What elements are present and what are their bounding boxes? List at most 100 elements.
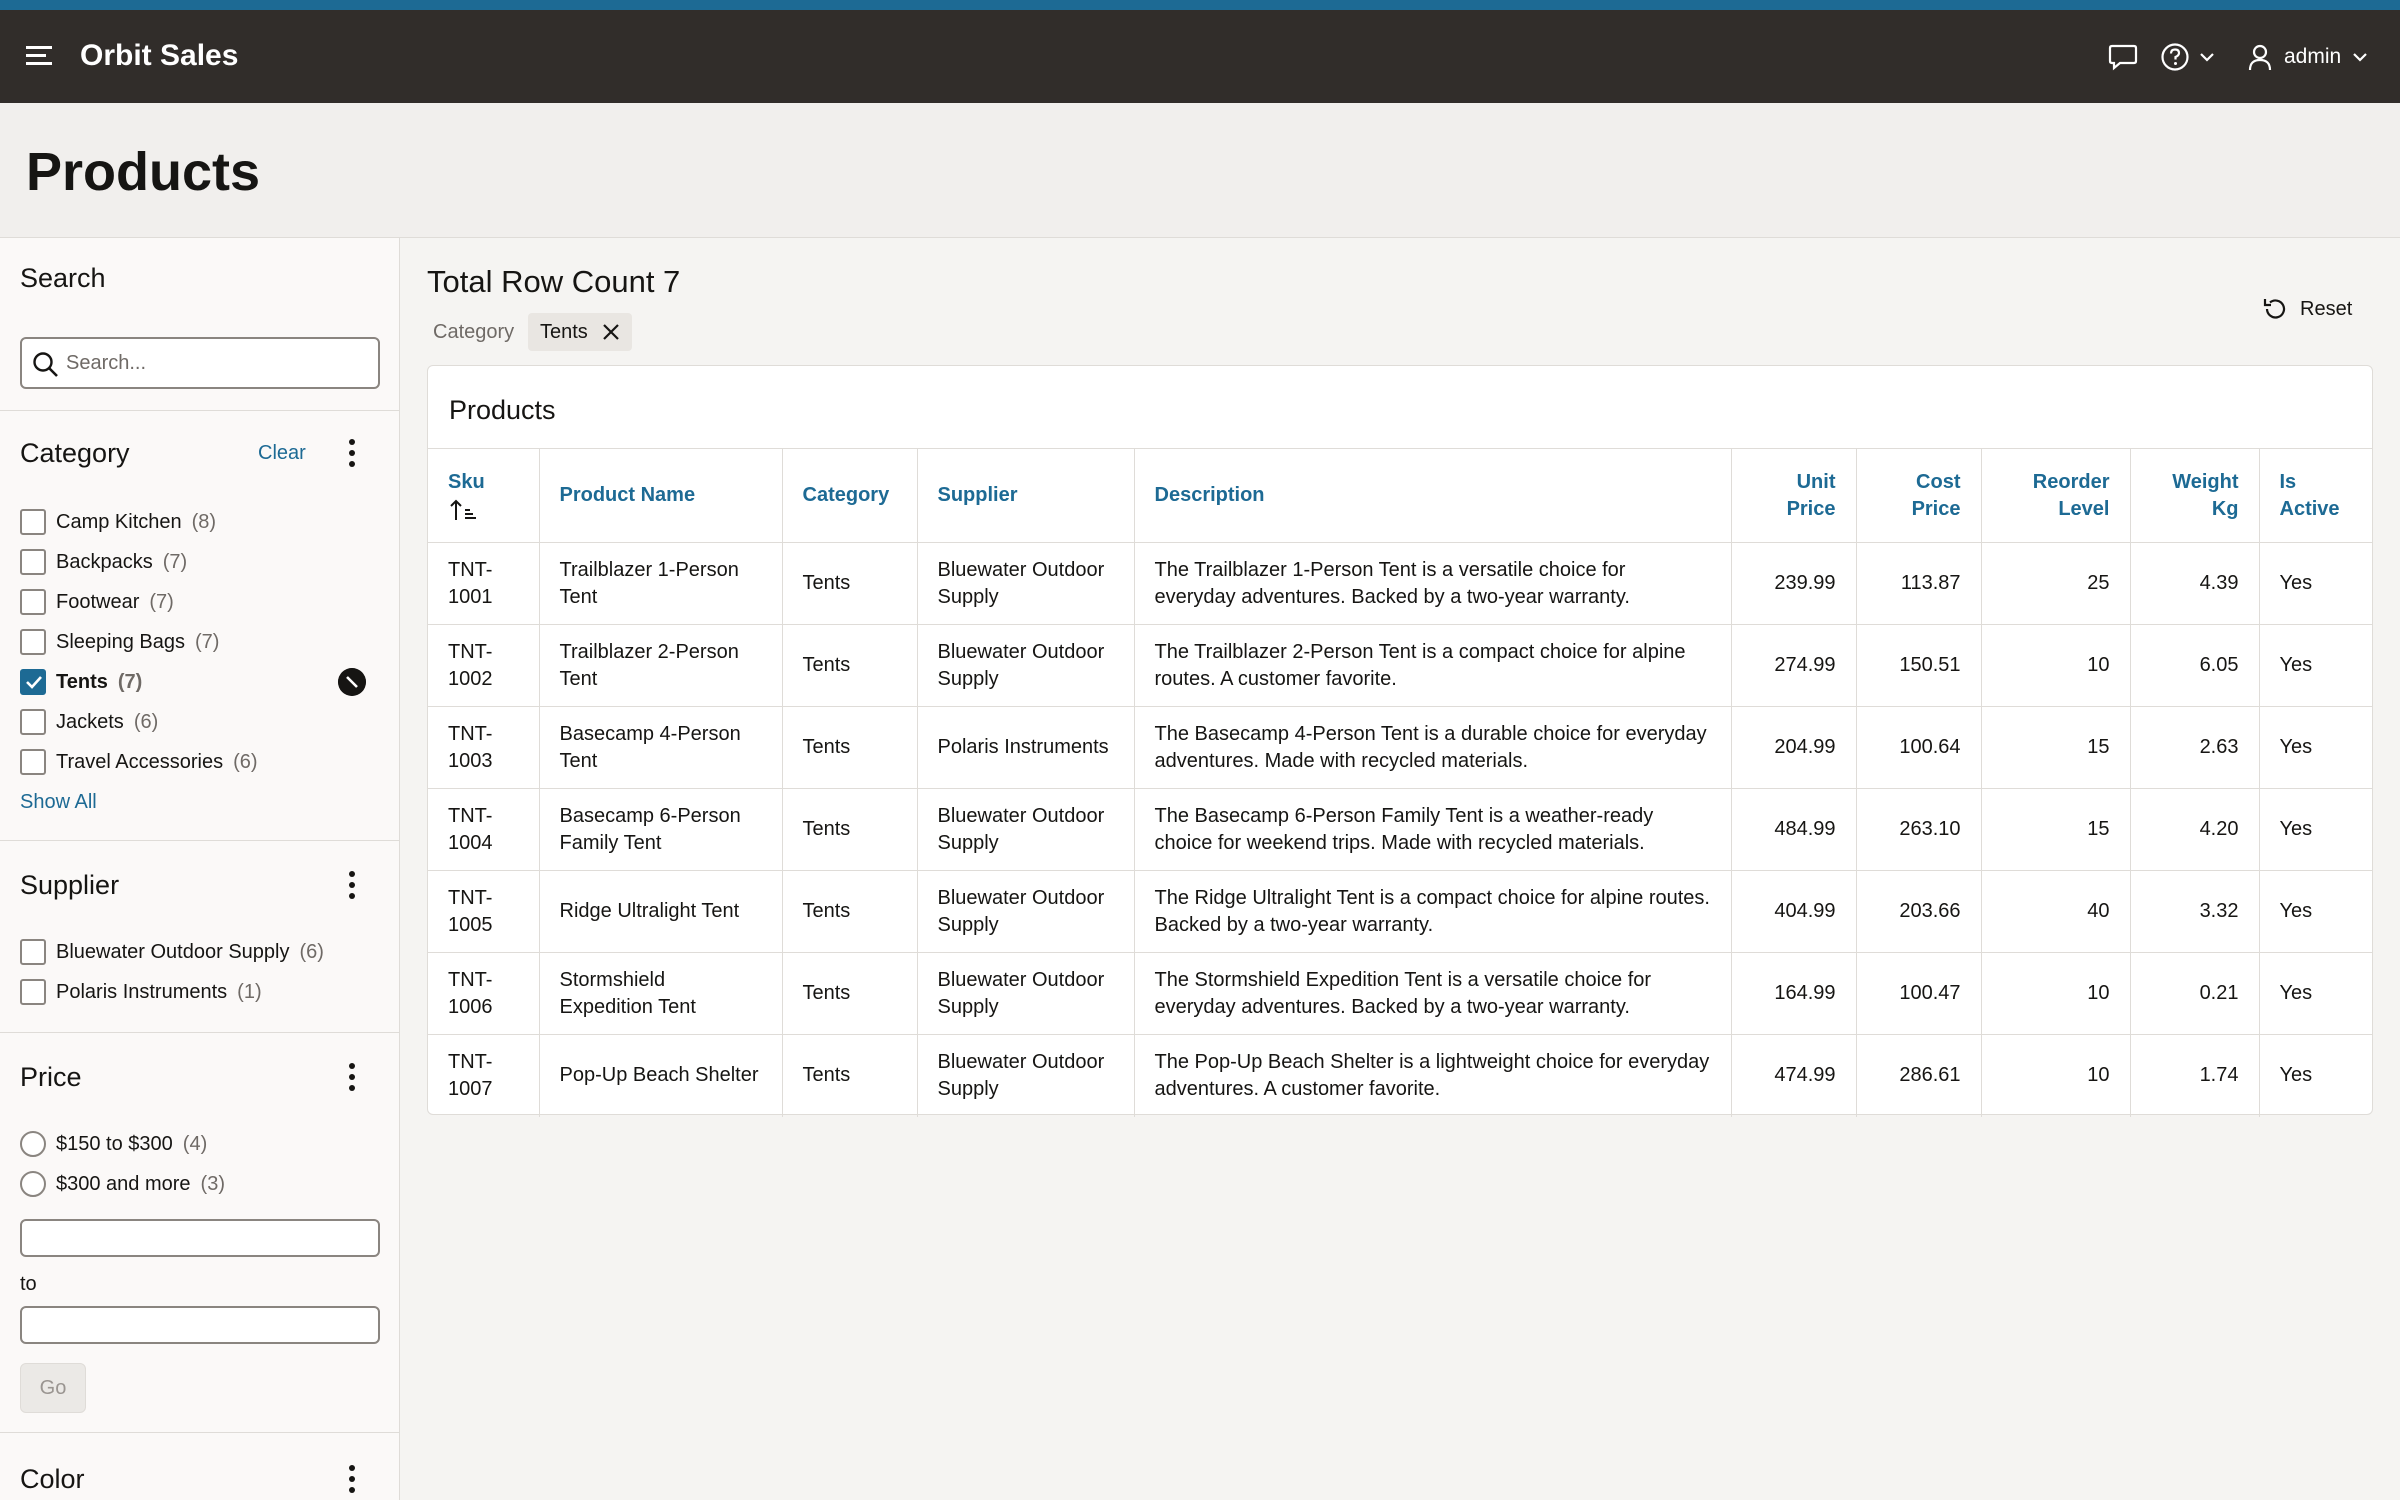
cell-unit-price: 404.99 — [1731, 870, 1857, 953]
column-header-category[interactable]: Category — [782, 448, 918, 543]
cell-supplier: Bluewater Outdoor Supply — [917, 542, 1135, 625]
check-icon — [26, 676, 42, 689]
checkbox[interactable] — [20, 749, 46, 775]
supplier-facet: Supplier Bluewater Outdoor Supply (6) Pol… — [0, 841, 399, 1033]
cell-reorder-level: 15 — [1981, 706, 2131, 789]
chevron-down-icon — [2200, 53, 2214, 62]
category-heading: Category — [20, 438, 130, 468]
column-header-unit-price[interactable]: Unit Price — [1731, 448, 1857, 543]
cell-unit-price: 164.99 — [1731, 952, 1857, 1035]
category-kebab-icon[interactable] — [340, 435, 364, 471]
cell-is-active: Yes — [2259, 952, 2373, 1035]
remove-filter-icon[interactable] — [338, 668, 366, 696]
column-header-reorder-level[interactable]: Reorder Level — [1981, 448, 2131, 543]
radio-button[interactable] — [20, 1131, 46, 1157]
checkbox[interactable] — [20, 589, 46, 615]
checkbox[interactable] — [20, 709, 46, 735]
cell-unit-price: 204.99 — [1731, 706, 1857, 789]
cell-category: Tents — [782, 542, 918, 625]
faceted-search-sidebar: Search Category Clear Camp Kitchen(8) Ba… — [0, 238, 400, 1500]
cell-sku: TNT-1005 — [428, 870, 540, 953]
cell-sku: TNT-1004 — [428, 788, 540, 871]
category-show-all-link[interactable]: Show All — [20, 791, 97, 814]
table-row: TNT-1005 Ridge Ultralight Tent Tents Blu… — [428, 870, 2373, 953]
radio-button[interactable] — [20, 1171, 46, 1197]
products-table: Sku Product Name Category Supplier Descr… — [428, 448, 2373, 1117]
category-option-camp-kitchen[interactable]: Camp Kitchen (8) — [20, 507, 216, 537]
chevron-down-icon — [2353, 53, 2367, 62]
price-option-150-300[interactable]: $150 to $300 (4) — [20, 1129, 207, 1159]
cell-category: Tents — [782, 788, 918, 871]
cell-reorder-level: 40 — [1981, 870, 2131, 953]
reset-icon — [2263, 299, 2286, 319]
cell-reorder-level: 25 — [1981, 542, 2131, 625]
table-row: TNT-1007 Pop-Up Beach Shelter Tents Blue… — [428, 1034, 2373, 1117]
cell-product-name: Ridge Ultralight Tent — [539, 870, 783, 953]
column-header-weight-kg[interactable]: Weight Kg — [2130, 448, 2260, 543]
color-heading: Color — [20, 1464, 85, 1494]
column-header-cost-price[interactable]: Cost Price — [1856, 448, 1982, 543]
cell-is-active: Yes — [2259, 542, 2373, 625]
cell-product-name: Pop-Up Beach Shelter — [539, 1034, 783, 1117]
reset-button[interactable]: Reset — [2262, 292, 2352, 326]
help-menu-button[interactable] — [2160, 40, 2216, 74]
supplier-kebab-icon[interactable] — [340, 867, 364, 903]
category-option-sleeping-bags[interactable]: Sleeping Bags (7) — [20, 627, 219, 657]
cell-is-active: Yes — [2259, 1034, 2373, 1117]
cell-supplier: Bluewater Outdoor Supply — [917, 870, 1135, 953]
app-title[interactable]: Orbit Sales — [80, 36, 238, 76]
category-option-jackets[interactable]: Jackets (6) — [20, 707, 158, 737]
price-go-button[interactable]: Go — [20, 1363, 86, 1413]
color-kebab-icon[interactable] — [340, 1461, 364, 1497]
cell-sku: TNT-1001 — [428, 542, 540, 625]
price-heading: Price — [20, 1062, 82, 1092]
cell-sku: TNT-1006 — [428, 952, 540, 1035]
cell-weight-kg: 4.20 — [2130, 788, 2260, 871]
price-option-300-more[interactable]: $300 and more (3) — [20, 1169, 225, 1199]
sort-ascending-icon[interactable] — [448, 498, 478, 522]
cell-weight-kg: 3.32 — [2130, 870, 2260, 953]
category-clear-link[interactable]: Clear — [258, 442, 306, 465]
column-header-product-name[interactable]: Product Name — [539, 448, 783, 543]
category-option-backpacks[interactable]: Backpacks (7) — [20, 547, 187, 577]
close-icon[interactable] — [602, 323, 620, 341]
user-menu-button[interactable]: admin — [2248, 40, 2369, 74]
column-header-sku[interactable]: Sku — [428, 448, 540, 543]
checkbox[interactable] — [20, 509, 46, 535]
cell-cost-price: 203.66 — [1856, 870, 1982, 953]
search-icon — [33, 352, 58, 377]
column-header-supplier[interactable]: Supplier — [917, 448, 1135, 543]
checkbox-checked[interactable] — [20, 669, 46, 695]
checkbox[interactable] — [20, 629, 46, 655]
column-header-is-active[interactable]: Is Active — [2259, 448, 2373, 543]
cell-category: Tents — [782, 706, 918, 789]
price-max-input[interactable] — [20, 1306, 380, 1344]
checkbox[interactable] — [20, 549, 46, 575]
search-section: Search — [0, 238, 399, 411]
active-filter-chip: Tents — [528, 313, 632, 351]
cell-sku: TNT-1003 — [428, 706, 540, 789]
cell-weight-kg: 1.74 — [2130, 1034, 2260, 1117]
category-option-footwear[interactable]: Footwear (7) — [20, 587, 174, 617]
checkbox[interactable] — [20, 979, 46, 1005]
search-input[interactable] — [66, 339, 366, 387]
cell-weight-kg: 2.63 — [2130, 706, 2260, 789]
price-kebab-icon[interactable] — [340, 1059, 364, 1095]
cell-weight-kg: 0.21 — [2130, 952, 2260, 1035]
cell-supplier: Polaris Instruments — [917, 706, 1135, 789]
category-option-tents[interactable]: Tents (7) — [20, 667, 142, 697]
column-header-description[interactable]: Description — [1134, 448, 1732, 543]
supplier-option-polaris[interactable]: Polaris Instruments (1) — [20, 977, 262, 1007]
report-title: Products — [449, 395, 556, 425]
cell-cost-price: 286.61 — [1856, 1034, 1982, 1117]
checkbox[interactable] — [20, 939, 46, 965]
color-facet: Color — [0, 1433, 399, 1500]
search-box[interactable] — [20, 337, 380, 389]
price-min-input[interactable] — [20, 1219, 380, 1257]
supplier-heading: Supplier — [20, 870, 120, 900]
supplier-option-bluewater[interactable]: Bluewater Outdoor Supply (6) — [20, 937, 324, 967]
cell-unit-price: 474.99 — [1731, 1034, 1857, 1117]
chat-icon[interactable] — [2108, 40, 2138, 74]
category-option-travel-accessories[interactable]: Travel Accessories (6) — [20, 747, 258, 777]
hamburger-icon[interactable] — [26, 44, 54, 68]
